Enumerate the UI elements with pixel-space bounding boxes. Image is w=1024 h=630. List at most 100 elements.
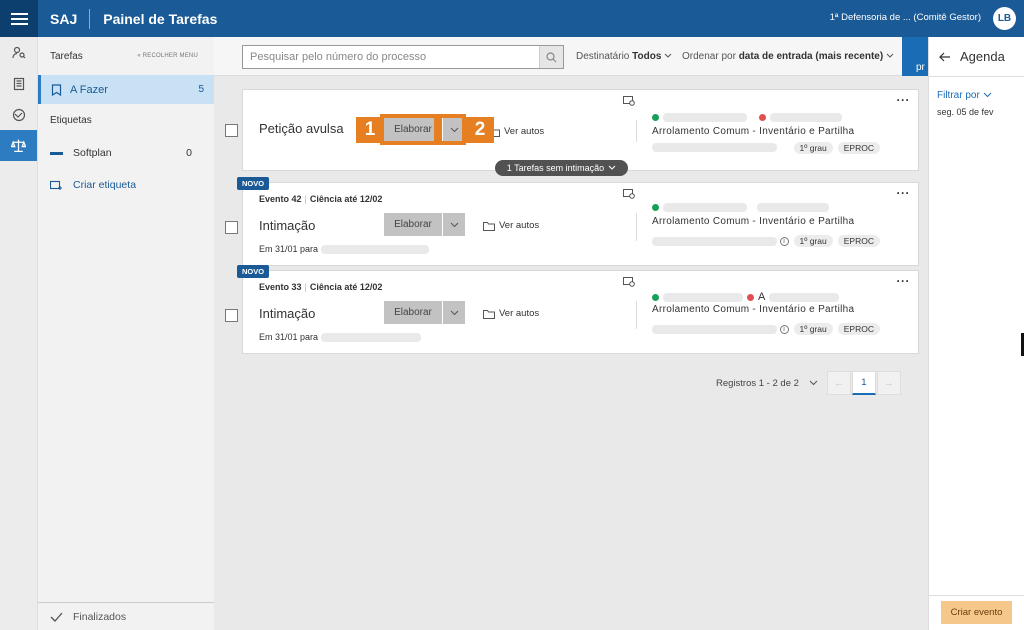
finished-item[interactable]: Finalizados (38, 602, 214, 630)
view-records-label: Ver autos (499, 220, 540, 231)
sidebar-item-tag[interactable]: Softplan 0 (38, 137, 214, 169)
info-icon[interactable]: i (779, 236, 789, 246)
sort-filter-label: Ordenar por (682, 51, 736, 62)
elaborate-button[interactable]: Elaborar (384, 301, 442, 324)
document-list-icon[interactable] (0, 68, 37, 99)
brand-logo[interactable]: SAJ (38, 11, 89, 27)
tasks-without-notice-label: 1 Tarefas sem intimação (506, 163, 605, 173)
redacted-party (770, 113, 842, 122)
page-size-chevron-icon[interactable] (809, 380, 818, 386)
todo-count: 5 (198, 84, 204, 95)
elaborate-dropdown[interactable] (443, 213, 465, 236)
settings-monitor-icon[interactable] (623, 189, 635, 199)
settings-monitor-icon[interactable] (623, 96, 635, 106)
system-badge: EPROC (837, 323, 880, 335)
tag-label: Softplan (73, 147, 112, 159)
redacted-recipient (320, 333, 421, 343)
add-tag-icon (50, 180, 62, 190)
view-records-label: Ver autos (499, 308, 540, 319)
search-input[interactable] (243, 46, 537, 68)
badges: 1º grau EPROC (793, 142, 880, 154)
task-checkbox[interactable] (225, 124, 238, 137)
elaborate-dropdown[interactable] (443, 301, 465, 324)
unit-selector[interactable]: 1ª Defensoria de ... (Comitê Gestor) (830, 12, 981, 23)
parties-row: A (652, 291, 840, 303)
passive-party-dot (747, 293, 754, 301)
task-card[interactable]: NOVO Evento 33 | Ciência até 12/02 Intimaç… (225, 265, 919, 354)
new-process-button[interactable]: pr (902, 37, 928, 76)
task-title: Intimação (259, 306, 316, 321)
elaborate-button[interactable]: Elaborar (384, 213, 442, 236)
view-records-link[interactable]: Ver autos (483, 220, 539, 231)
agenda-filter-label: Filtrar por (937, 90, 980, 101)
elaborate-split-button: Elaborar (384, 301, 465, 324)
back-arrow-icon[interactable] (939, 52, 951, 62)
card-divider (636, 213, 637, 241)
process-class: Arrolamento Comum - Inventário e Partilh… (652, 126, 855, 137)
active-party-dot (652, 293, 659, 301)
handshake-icon[interactable] (0, 99, 37, 130)
card-divider (636, 301, 637, 329)
sidebar-item-label: A Fazer (70, 83, 108, 96)
chevron-down-icon (608, 165, 616, 170)
collapse-menu-button[interactable]: « RECOLHER MENU (137, 53, 198, 59)
check-icon (50, 612, 63, 622)
tasks-without-notice-toggle[interactable]: 1 Tarefas sem intimação (495, 160, 628, 176)
icon-rail (0, 37, 38, 630)
more-options-icon[interactable]: ··· (897, 275, 911, 287)
redacted-process-number (652, 237, 777, 246)
view-records-link[interactable]: Ver autos (483, 308, 539, 319)
redacted-process-number (652, 325, 777, 334)
scales-icon[interactable] (0, 130, 37, 161)
passive-party-dot (759, 114, 766, 121)
tutorial-highlight-2 (438, 114, 466, 145)
task-card[interactable]: Petição avulsa Elaborar Ver autos ··· Ar… (225, 89, 919, 171)
user-avatar[interactable]: LB (993, 7, 1016, 30)
finished-label: Finalizados (73, 610, 127, 623)
task-checkbox[interactable] (225, 221, 238, 234)
redacted-party (663, 203, 747, 212)
redacted-process-number (652, 143, 777, 152)
redacted-party (663, 292, 743, 302)
badges: i 1º grau EPROC (779, 323, 880, 335)
party-fragment: A (758, 291, 766, 303)
sort-filter[interactable]: Ordenar por data de entrada (mais recent… (682, 51, 894, 62)
user-search-icon[interactable] (0, 37, 37, 68)
parties-row (652, 113, 842, 122)
task-checkbox[interactable] (225, 309, 238, 322)
current-page[interactable]: 1 (851, 371, 876, 395)
records-summary: Registros 1 - 2 de 2 (716, 377, 799, 389)
filter-bar: Destinatário Todos Ordenar por data de e… (214, 37, 928, 76)
agenda-filter[interactable]: Filtrar por (929, 77, 1024, 101)
agenda-title: Agenda (960, 49, 1005, 64)
search-button[interactable] (539, 46, 563, 68)
chevron-down-icon (886, 53, 894, 58)
recipient-filter[interactable]: Destinatário Todos (576, 51, 672, 62)
process-number-row (652, 143, 777, 152)
parties-row (652, 203, 829, 212)
info-icon[interactable]: i (779, 324, 789, 334)
tutorial-step-2: 2 (466, 117, 494, 143)
sent-info: Em 31/01 para (259, 332, 421, 343)
hamburger-menu-icon[interactable] (0, 0, 38, 37)
previous-page-button[interactable]: ← (826, 371, 851, 395)
redacted-recipient (320, 245, 429, 255)
more-options-icon[interactable]: ··· (897, 187, 911, 199)
create-tag-link[interactable]: Criar etiqueta (38, 169, 214, 201)
sidebar-item-todo[interactable]: A Fazer 5 (38, 75, 214, 104)
view-records-link[interactable]: Ver autos (488, 126, 544, 137)
next-page-button[interactable]: → (876, 371, 901, 395)
sent-label: Em 31/01 para (259, 244, 319, 254)
settings-monitor-icon[interactable] (623, 277, 635, 287)
more-options-icon[interactable]: ··· (897, 94, 911, 106)
view-records-label: Ver autos (504, 126, 545, 137)
create-event-button[interactable]: Criar evento (941, 601, 1012, 624)
side-menu-title: Tarefas (50, 50, 83, 62)
badges: i 1º grau EPROC (779, 235, 880, 247)
task-card[interactable]: NOVO Evento 42 | Ciência até 12/02 Intimaç… (225, 177, 919, 266)
process-class: Arrolamento Comum - Inventário e Partilh… (652, 216, 855, 227)
active-party-dot (652, 114, 659, 121)
redacted-party (663, 113, 747, 122)
tag-count: 0 (186, 147, 192, 159)
chevron-down-icon (450, 310, 458, 315)
